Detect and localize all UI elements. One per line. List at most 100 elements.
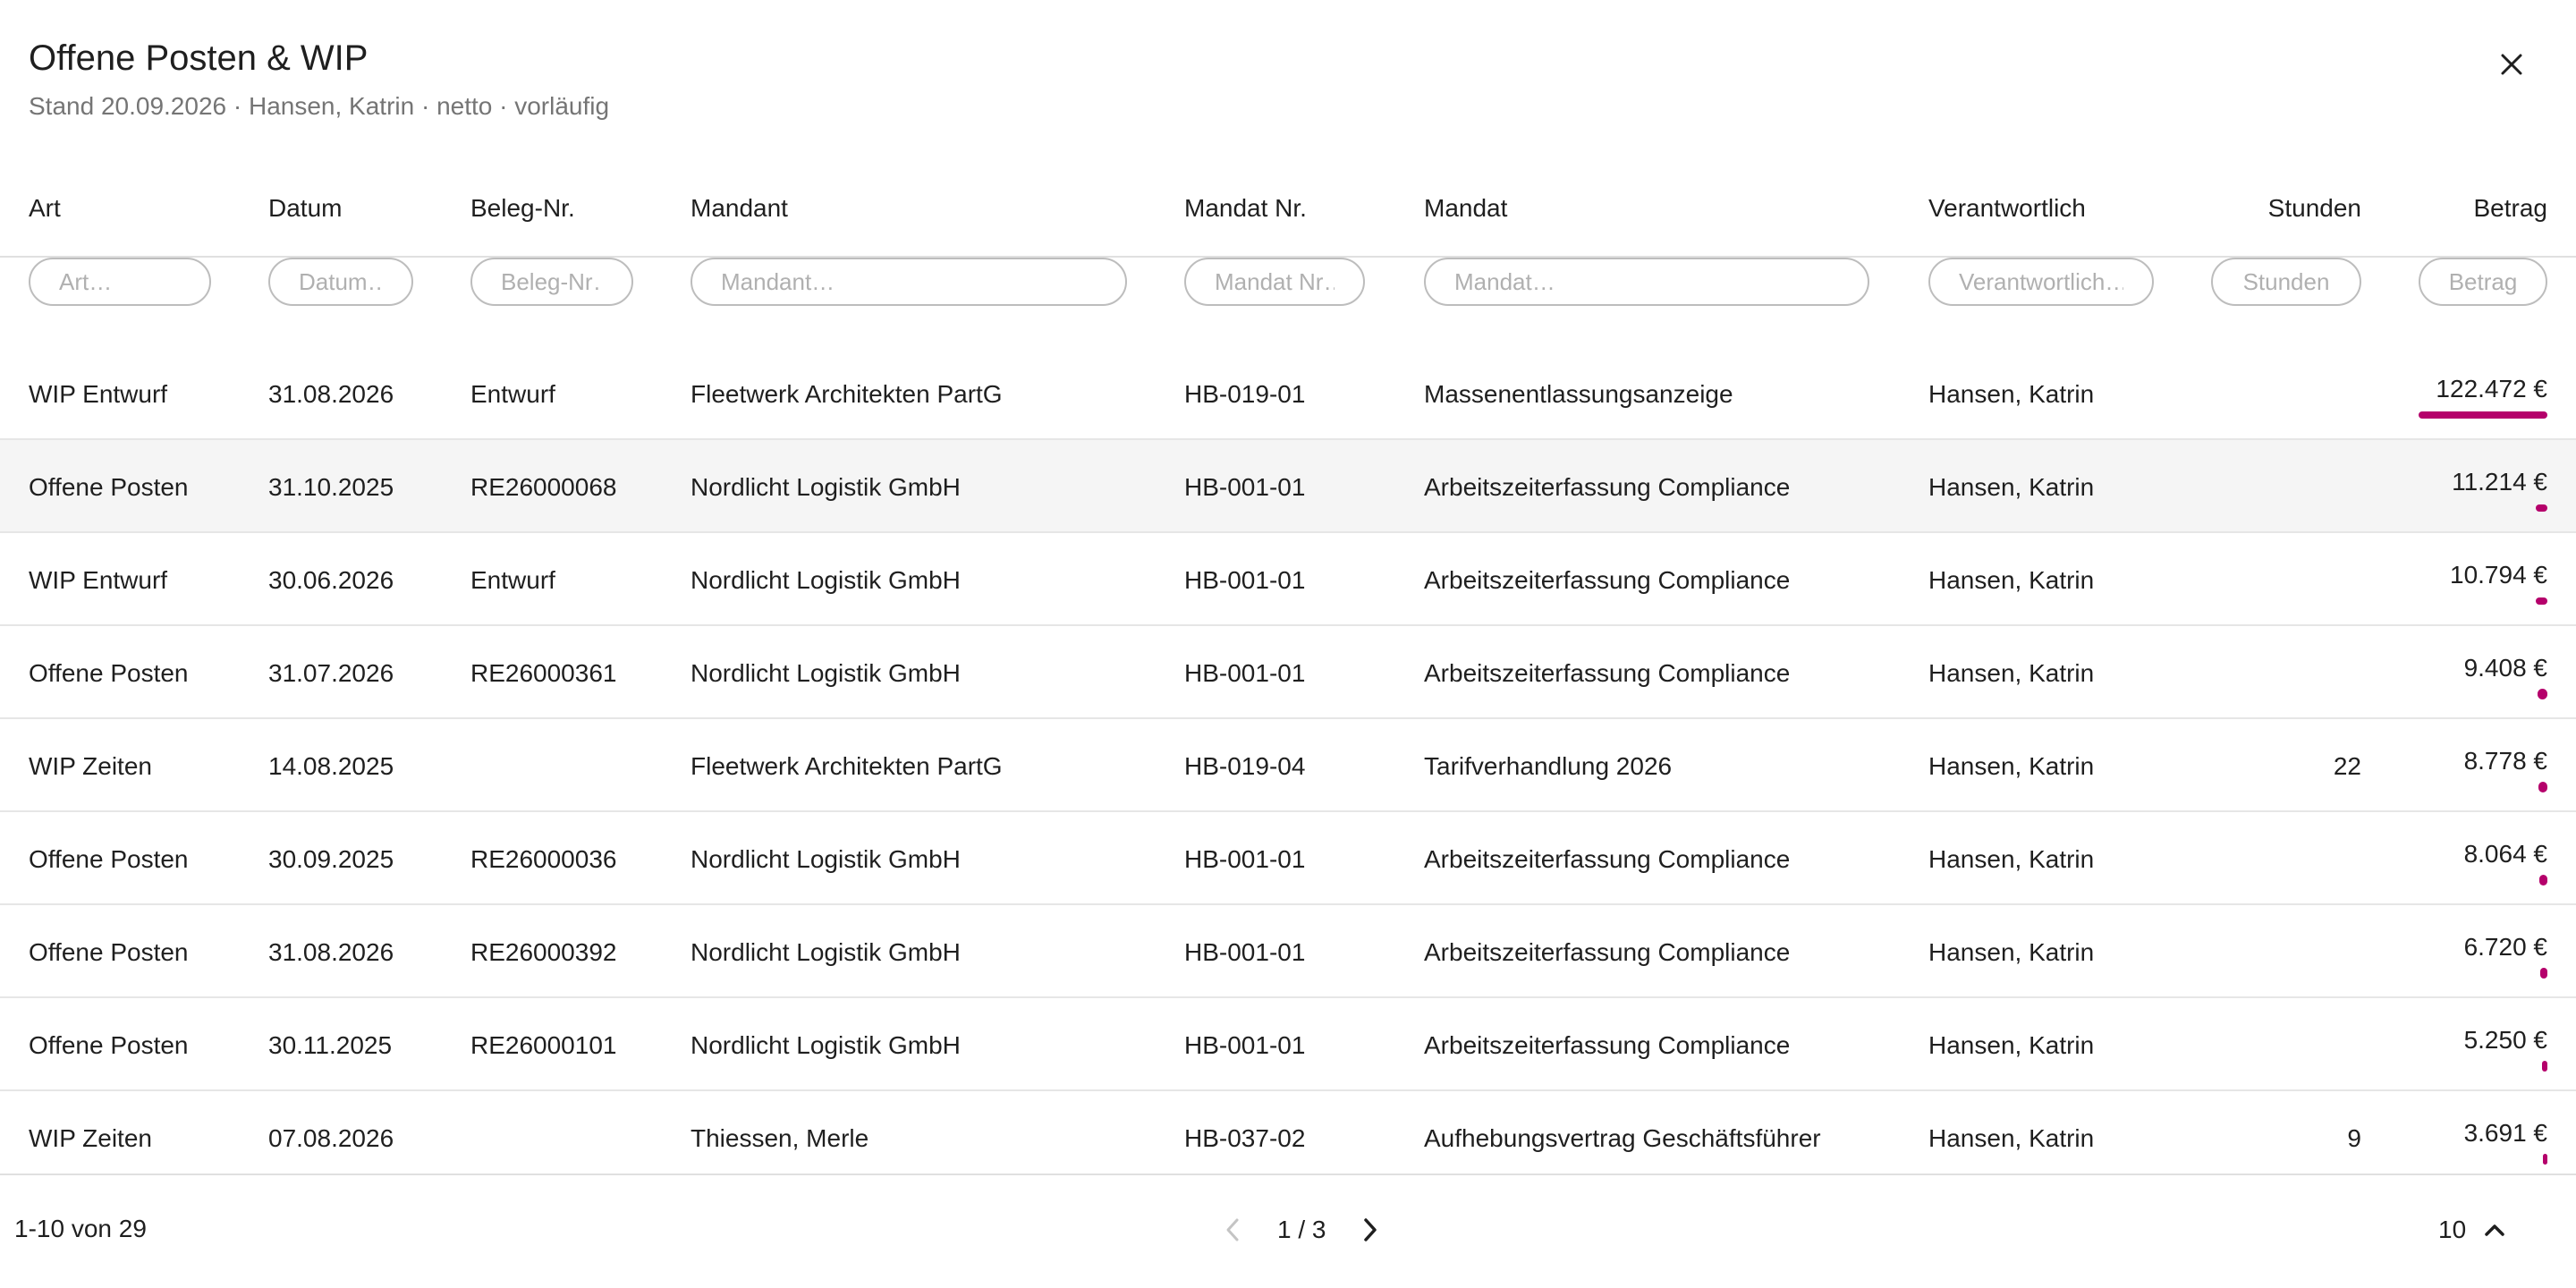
- column-header-datum[interactable]: Datum: [268, 193, 342, 224]
- amount-bar: [2539, 875, 2547, 886]
- cell-mandat-nr: HB-001-01: [1184, 845, 1306, 873]
- table-row[interactable]: WIP Entwurf 30.06.2026 Entwurf Nordlicht…: [0, 533, 2576, 626]
- cell-mandant: Nordlicht Logistik GmbH: [691, 938, 961, 966]
- close-icon: [2501, 54, 2522, 75]
- amount-bar: [2419, 411, 2547, 419]
- next-page-button[interactable]: [1351, 1210, 1390, 1250]
- filter-art-input[interactable]: [29, 258, 211, 306]
- cell-mandat: Arbeitszeiterfassung Compliance: [1424, 845, 1791, 873]
- column-header-beleg[interactable]: Beleg-Nr.: [470, 193, 575, 224]
- cell-mandat-nr: HB-019-01: [1184, 380, 1306, 408]
- table-row[interactable]: Offene Posten 31.07.2026 RE26000361 Nord…: [0, 626, 2576, 719]
- column-header-verantwortlich[interactable]: Verantwortlich: [1928, 193, 2086, 224]
- column-header-mandat[interactable]: Mandat: [1424, 193, 1507, 224]
- cell-beleg: RE26000036: [470, 845, 617, 873]
- cell-mandat: Arbeitszeiterfassung Compliance: [1424, 938, 1791, 966]
- cell-beleg: Entwurf: [470, 380, 555, 408]
- cell-mandant: Nordlicht Logistik GmbH: [691, 845, 961, 873]
- chevron-right-icon: [1364, 1218, 1377, 1241]
- close-button[interactable]: [2483, 43, 2540, 86]
- cell-verantwortlich: Hansen, Katrin: [1928, 473, 2095, 501]
- page-title: Offene Posten & WIP: [29, 38, 369, 78]
- cell-betrag: 10.794 €: [2450, 561, 2547, 589]
- column-header-mandat-nr[interactable]: Mandat Nr.: [1184, 193, 1307, 224]
- filter-mandat-nr-input[interactable]: [1184, 258, 1365, 306]
- cell-beleg: RE26000361: [470, 659, 617, 687]
- cell-betrag: 122.472 €: [2436, 375, 2547, 402]
- cell-art: WIP Zeiten: [29, 1124, 152, 1152]
- cell-mandat: Arbeitszeiterfassung Compliance: [1424, 1031, 1791, 1059]
- cell-datum: 14.08.2025: [268, 752, 394, 780]
- cell-art: Offene Posten: [29, 473, 189, 501]
- column-header-betrag[interactable]: Betrag: [2368, 193, 2548, 224]
- cell-art: WIP Entwurf: [29, 566, 168, 594]
- table-row[interactable]: Offene Posten 31.08.2026 RE26000392 Nord…: [0, 905, 2576, 998]
- cell-art: Offene Posten: [29, 938, 189, 966]
- table-row[interactable]: Offene Posten 30.11.2025 RE26000101 Nord…: [0, 998, 2576, 1091]
- column-header-mandant[interactable]: Mandant: [691, 193, 788, 224]
- cell-mandant: Thiessen, Merle: [691, 1124, 869, 1152]
- cell-mandat-nr: HB-001-01: [1184, 659, 1306, 687]
- page-size-value: 10: [2438, 1216, 2467, 1243]
- cell-datum: 31.08.2026: [268, 380, 394, 408]
- pagination: 1 / 3: [1213, 1208, 1390, 1252]
- filter-row: [0, 258, 2576, 347]
- cell-art: WIP Zeiten: [29, 752, 152, 780]
- cell-mandat: Arbeitszeiterfassung Compliance: [1424, 659, 1791, 687]
- filter-stunden-input[interactable]: [2211, 258, 2361, 306]
- table-row[interactable]: WIP Zeiten 14.08.2025 Fleetwerk Architek…: [0, 719, 2576, 812]
- cell-mandat-nr: HB-001-01: [1184, 566, 1306, 594]
- filter-mandat-input[interactable]: [1424, 258, 1869, 306]
- cell-mandant: Nordlicht Logistik GmbH: [691, 1031, 961, 1059]
- page-subtitle: Stand 20.09.2026 · Hansen, Katrin · nett…: [29, 92, 610, 120]
- table-body: WIP Entwurf 31.08.2026 Entwurf Fleetwerk…: [0, 347, 2576, 1174]
- filter-datum-input[interactable]: [268, 258, 413, 306]
- cell-mandat: Arbeitszeiterfassung Compliance: [1424, 473, 1791, 501]
- cell-betrag: 9.408 €: [2463, 654, 2547, 682]
- cell-datum: 31.08.2026: [268, 938, 394, 966]
- cell-verantwortlich: Hansen, Katrin: [1928, 845, 2095, 873]
- cell-mandat: Aufhebungsvertrag Geschäftsführer: [1424, 1124, 1821, 1152]
- filter-verantwortlich-input[interactable]: [1928, 258, 2154, 306]
- table-row[interactable]: WIP Zeiten 07.08.2026 Thiessen, Merle HB…: [0, 1091, 2576, 1174]
- cell-verantwortlich: Hansen, Katrin: [1928, 938, 2095, 966]
- cell-verantwortlich: Hansen, Katrin: [1928, 566, 2095, 594]
- cell-mandant: Nordlicht Logistik GmbH: [691, 566, 961, 594]
- cell-beleg: RE26000068: [470, 473, 617, 501]
- chevron-up-icon: [2485, 1224, 2504, 1236]
- cell-verantwortlich: Hansen, Katrin: [1928, 1124, 2095, 1152]
- table-row[interactable]: Offene Posten 30.09.2025 RE26000036 Nord…: [0, 812, 2576, 905]
- filter-betrag-input[interactable]: [2419, 258, 2547, 306]
- cell-datum: 30.06.2026: [268, 566, 394, 594]
- cell-verantwortlich: Hansen, Katrin: [1928, 752, 2095, 780]
- chevron-left-icon: [1226, 1218, 1239, 1241]
- table-footer: 1-10 von 29 1 / 3 10: [0, 1174, 2576, 1288]
- page-size-select[interactable]: 10: [2438, 1208, 2505, 1252]
- column-header-art[interactable]: Art: [29, 193, 61, 224]
- cell-betrag: 8.778 €: [2463, 747, 2547, 775]
- cell-verantwortlich: Hansen, Katrin: [1928, 380, 2095, 408]
- cell-beleg: RE26000392: [470, 938, 617, 966]
- row-range-label: 1-10 von 29: [14, 1215, 147, 1242]
- cell-mandat-nr: HB-001-01: [1184, 1031, 1306, 1059]
- amount-bar: [2536, 597, 2547, 605]
- dialog-header: Offene Posten & WIP Stand 20.09.2026 · H…: [29, 36, 609, 122]
- cell-datum: 30.09.2025: [268, 845, 394, 873]
- cell-mandat-nr: HB-019-04: [1184, 752, 1306, 780]
- cell-beleg: Entwurf: [470, 566, 555, 594]
- cell-datum: 31.10.2025: [268, 473, 394, 501]
- filter-mandant-input[interactable]: [691, 258, 1127, 306]
- cell-betrag: 5.250 €: [2463, 1026, 2547, 1054]
- cell-mandat-nr: HB-001-01: [1184, 938, 1306, 966]
- cell-art: Offene Posten: [29, 845, 189, 873]
- table-row[interactable]: WIP Entwurf 31.08.2026 Entwurf Fleetwerk…: [0, 347, 2576, 440]
- cell-mandant: Fleetwerk Architekten PartG: [691, 380, 1003, 408]
- amount-bar: [2543, 1154, 2547, 1165]
- cell-mandant: Nordlicht Logistik GmbH: [691, 659, 961, 687]
- previous-page-button[interactable]: [1213, 1210, 1252, 1250]
- cell-art: Offene Posten: [29, 1031, 189, 1059]
- amount-bar: [2542, 1061, 2547, 1072]
- table-row[interactable]: Offene Posten 31.10.2025 RE26000068 Nord…: [0, 440, 2576, 533]
- filter-beleg-input[interactable]: [470, 258, 633, 306]
- column-header-stunden[interactable]: Stunden: [2182, 193, 2361, 224]
